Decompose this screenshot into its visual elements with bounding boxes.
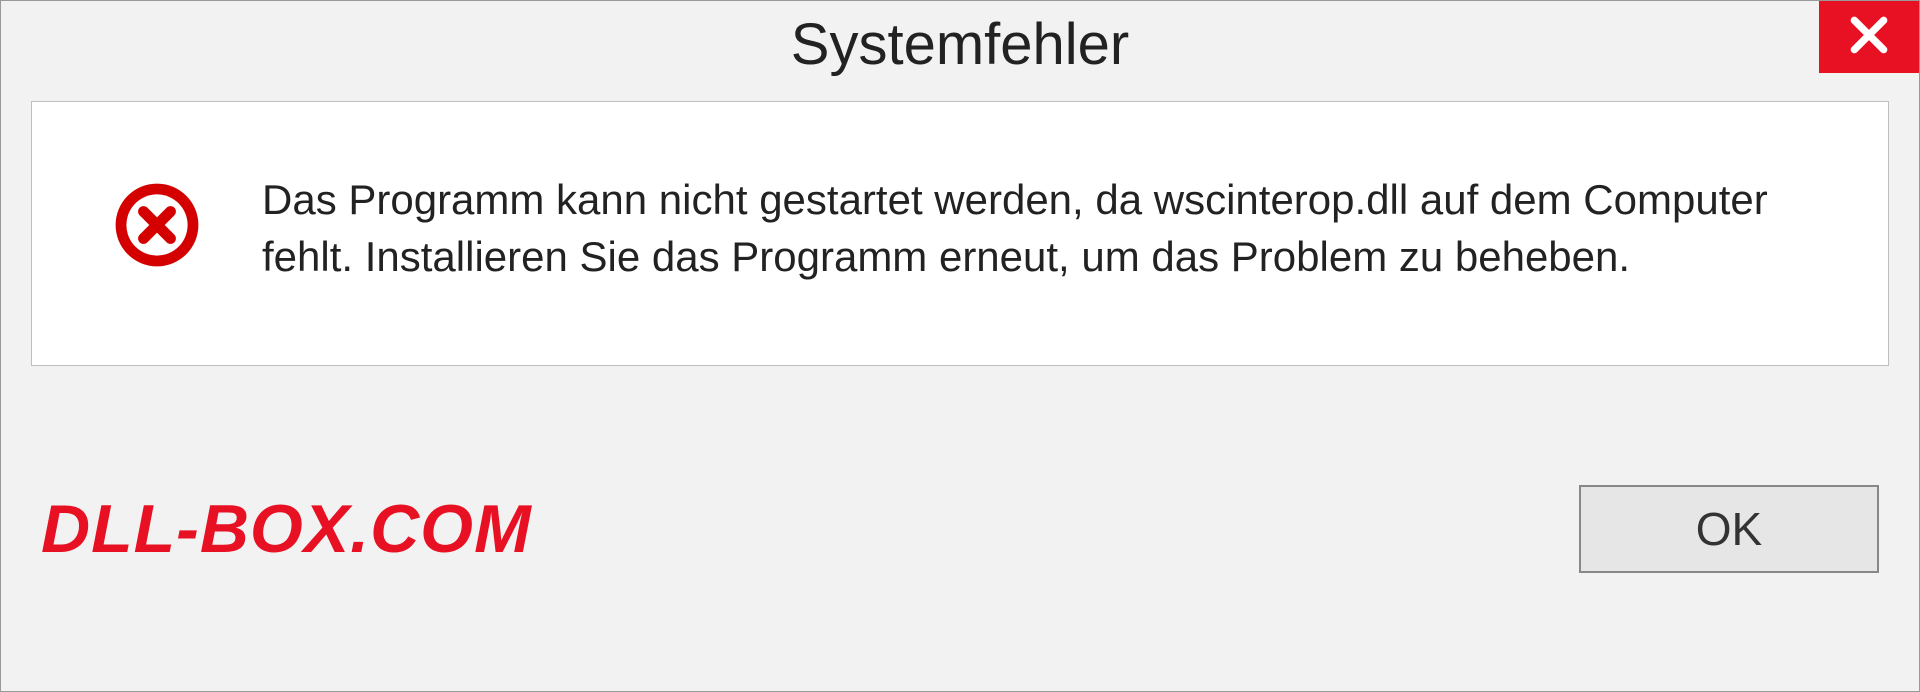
dialog-footer: DLL-BOX.COM OK	[1, 366, 1919, 691]
error-icon	[112, 180, 202, 270]
close-button[interactable]	[1819, 1, 1919, 73]
ok-button[interactable]: OK	[1579, 485, 1879, 573]
error-message: Das Programm kann nicht gestartet werden…	[262, 172, 1828, 285]
error-dialog: Systemfehler Das Programm kann nicht ges…	[0, 0, 1920, 692]
close-icon	[1847, 13, 1891, 62]
titlebar: Systemfehler	[1, 1, 1919, 101]
ok-button-label: OK	[1696, 502, 1762, 556]
content-panel: Das Programm kann nicht gestartet werden…	[31, 101, 1889, 366]
dialog-title: Systemfehler	[791, 11, 1129, 78]
watermark-text: DLL-BOX.COM	[41, 490, 532, 568]
